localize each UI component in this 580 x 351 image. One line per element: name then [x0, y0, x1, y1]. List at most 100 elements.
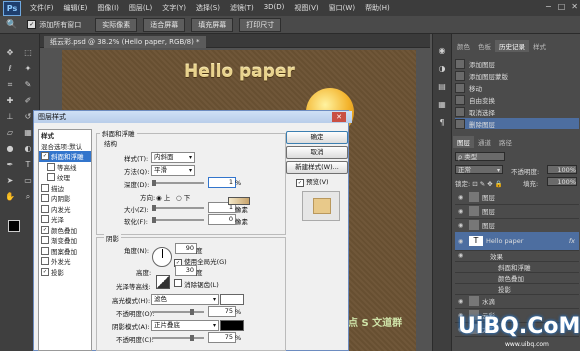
- foreground-color-swatch[interactable]: [8, 220, 20, 232]
- all-windows-checkbox[interactable]: ✓: [27, 20, 37, 29]
- brush-tool-icon[interactable]: ✐: [22, 96, 34, 106]
- style-list-item[interactable]: 描边: [39, 183, 91, 194]
- menu-item[interactable]: 视图(V): [289, 3, 323, 13]
- style-list-item[interactable]: 图案叠加: [39, 246, 91, 257]
- style-checkbox[interactable]: [41, 215, 49, 224]
- soften-slider[interactable]: [152, 217, 204, 223]
- history-item[interactable]: 添加图层蒙版: [455, 70, 579, 81]
- style-checkbox[interactable]: [41, 236, 49, 245]
- style-list-item[interactable]: 光泽: [39, 214, 91, 225]
- style-list-item[interactable]: 内阴影: [39, 193, 91, 204]
- paragraph-icon[interactable]: ¶: [436, 118, 448, 128]
- menu-item[interactable]: 文件(F): [25, 3, 59, 13]
- layer-row[interactable]: ◉ 图层: [455, 204, 579, 219]
- menu-item[interactable]: 编辑(E): [59, 3, 93, 13]
- layer-row[interactable]: ◉ 水滴: [455, 294, 579, 309]
- style-list-item[interactable]: ✓ 投影: [39, 267, 91, 278]
- layer-panel-tab[interactable]: 通道: [474, 136, 495, 148]
- minimize-icon[interactable]: −: [545, 2, 552, 11]
- eyedropper-icon[interactable]: ✎: [22, 80, 34, 90]
- shadow-mode-select[interactable]: 正片叠底: [151, 320, 219, 331]
- close-icon[interactable]: ✕: [571, 2, 578, 11]
- style-checkbox[interactable]: [41, 204, 49, 213]
- preview-checkbox[interactable]: ✓ 预览(V): [296, 176, 329, 187]
- style-checkbox[interactable]: [41, 257, 49, 266]
- history-panel-icon[interactable]: ▤: [436, 82, 448, 92]
- history-item[interactable]: 取消选择: [455, 106, 579, 117]
- style-checkbox[interactable]: ✓: [41, 267, 49, 276]
- style-checkbox[interactable]: ✓: [41, 225, 49, 234]
- menu-item[interactable]: 图层(L): [124, 3, 157, 13]
- maximize-icon[interactable]: □: [558, 2, 566, 11]
- document-tab[interactable]: 纸云彩.psd @ 38.2% (Hello paper, RGB/8) *: [44, 36, 206, 48]
- path-select-icon[interactable]: ➤: [4, 176, 16, 186]
- style-list-item[interactable]: ✓ 斜面和浮雕: [39, 151, 91, 162]
- visibility-eye-icon[interactable]: ◉: [458, 238, 466, 245]
- adjustments-icon[interactable]: ◑: [436, 64, 448, 74]
- shadow-color-swatch[interactable]: [220, 320, 244, 331]
- menu-item[interactable]: 帮助(H): [360, 3, 395, 13]
- layer-panel-tab[interactable]: 图层: [453, 136, 474, 148]
- new-style-button[interactable]: 新建样式(W)...: [286, 161, 348, 174]
- antialias-checkbox[interactable]: 消除锯齿(L): [174, 279, 219, 289]
- depth-slider[interactable]: [152, 180, 204, 186]
- history-item[interactable]: 自由变换: [455, 94, 579, 105]
- options-button[interactable]: 填充屏幕: [191, 17, 234, 32]
- history-item[interactable]: 删除图层: [455, 118, 579, 129]
- heal-tool-icon[interactable]: ✚: [4, 96, 16, 106]
- layer-panel-tab[interactable]: 路径: [495, 136, 516, 148]
- options-button[interactable]: 适合屏幕: [143, 17, 186, 32]
- style-list-item[interactable]: 混合选项:默认: [39, 141, 91, 152]
- blur-tool-icon[interactable]: ●: [4, 144, 16, 154]
- menu-item[interactable]: 3D(D): [259, 3, 290, 13]
- size-slider[interactable]: [152, 205, 204, 211]
- style-checkbox[interactable]: [47, 173, 55, 182]
- highlight-opacity-slider[interactable]: [152, 309, 204, 315]
- cancel-button[interactable]: 取消: [286, 146, 348, 159]
- style-list-item[interactable]: 内发光: [39, 204, 91, 215]
- opacity-input[interactable]: 100%: [547, 165, 577, 174]
- panel-tab[interactable]: 历史记录: [495, 40, 529, 52]
- menu-item[interactable]: 滤镜(T): [225, 3, 259, 13]
- style-list-item[interactable]: 等高线: [39, 162, 91, 173]
- visibility-eye-icon[interactable]: ◉: [458, 208, 466, 215]
- history-item[interactable]: 移动: [455, 82, 579, 93]
- color-panel-icon[interactable]: ◉: [436, 46, 448, 56]
- menu-item[interactable]: 文字(Y): [157, 3, 191, 13]
- visibility-eye-icon[interactable]: ◉: [458, 194, 466, 201]
- panel-tab[interactable]: 样式: [529, 40, 550, 52]
- highlight-opacity-input[interactable]: 75: [208, 306, 236, 317]
- stamp-tool-icon[interactable]: ⊥: [4, 112, 16, 122]
- style-checkbox[interactable]: [47, 162, 55, 171]
- direction-down-radio[interactable]: ○ 下: [176, 192, 190, 202]
- style-checkbox[interactable]: [41, 194, 49, 203]
- highlight-color-swatch[interactable]: [220, 294, 244, 305]
- visibility-eye-icon[interactable]: ◉: [458, 252, 466, 259]
- style-list-item[interactable]: 渐变叠加: [39, 235, 91, 246]
- magic-wand-icon[interactable]: ✦: [22, 64, 34, 74]
- bevel-style-select[interactable]: 内斜面: [151, 152, 195, 163]
- lasso-tool-icon[interactable]: ℓ: [4, 64, 16, 74]
- crop-tool-icon[interactable]: ⌗: [4, 80, 16, 90]
- pen-tool-icon[interactable]: ✒: [4, 160, 16, 170]
- styles-panel-icon[interactable]: ▦: [436, 100, 448, 110]
- style-list-item[interactable]: 纹理: [39, 172, 91, 183]
- hand-tool-icon[interactable]: ✋: [4, 192, 16, 202]
- shadow-opacity-input[interactable]: 75: [208, 332, 236, 343]
- visibility-eye-icon[interactable]: ◉: [458, 298, 466, 305]
- visibility-eye-icon[interactable]: ◉: [458, 222, 466, 229]
- angle-dial[interactable]: [152, 247, 172, 267]
- layer-row[interactable]: ◉ 图层: [455, 190, 579, 205]
- depth-input[interactable]: 1: [208, 177, 236, 188]
- highlight-mode-select[interactable]: 滤色: [151, 294, 219, 305]
- direction-up-radio[interactable]: ◉ 上: [156, 192, 170, 202]
- dialog-close-button[interactable]: ✕: [332, 112, 346, 122]
- style-list-item[interactable]: 外发光: [39, 256, 91, 267]
- gloss-contour-picker[interactable]: [156, 275, 170, 289]
- shadow-opacity-slider[interactable]: [152, 335, 204, 341]
- panel-tab[interactable]: 颜色: [453, 40, 474, 52]
- menu-item[interactable]: 图像(I): [92, 3, 124, 13]
- options-button[interactable]: 打印尺寸: [239, 17, 282, 32]
- move-tool-icon[interactable]: ✥: [4, 48, 16, 58]
- blend-mode-select[interactable]: 正常: [455, 165, 503, 175]
